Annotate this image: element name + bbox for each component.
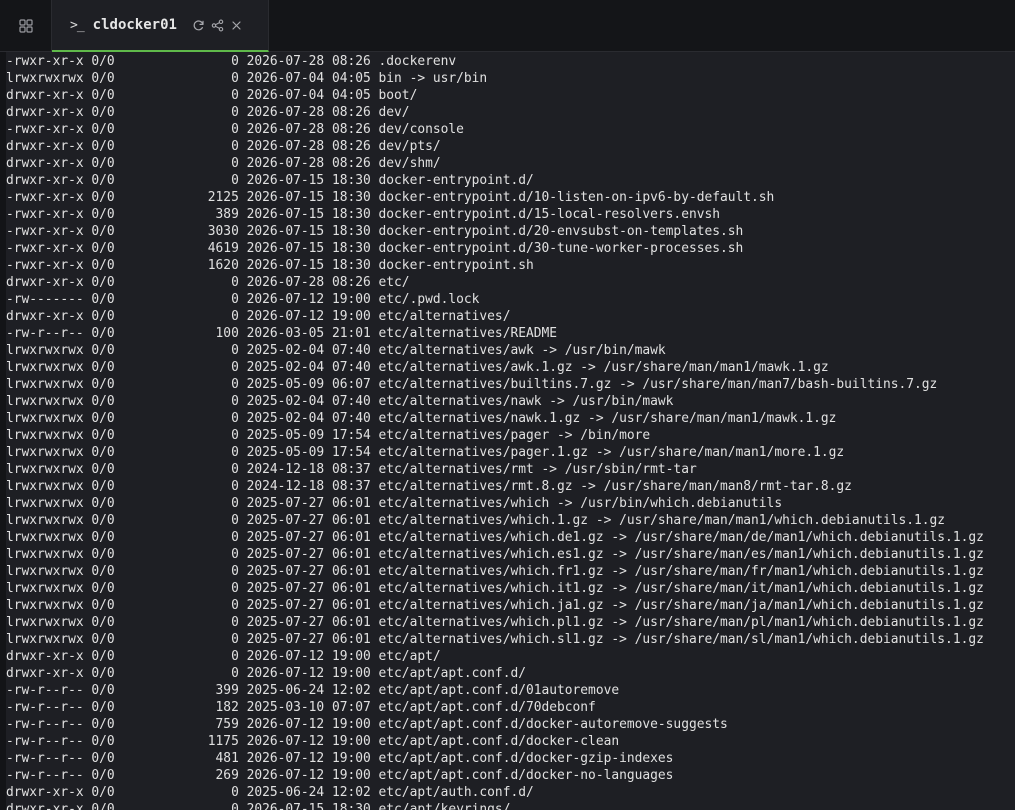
terminal-output[interactable]: -rwxr-xr-x 0/0 0 2026-07-28 08:26 .docke… — [0, 52, 1015, 810]
terminal-line: lrwxrwxrwx 0/0 0 2025-02-04 07:40 etc/al… — [6, 411, 837, 426]
terminal-line: lrwxrwxrwx 0/0 0 2025-02-04 07:40 etc/al… — [6, 343, 666, 358]
terminal-line: lrwxrwxrwx 0/0 0 2025-07-27 06:01 etc/al… — [6, 496, 783, 511]
terminal-line: -rw-r--r-- 0/0 759 2026-07-12 19:00 etc/… — [6, 717, 728, 732]
terminal-line: lrwxrwxrwx 0/0 0 2024-12-18 08:37 etc/al… — [6, 462, 697, 477]
terminal-line: -rw-r--r-- 0/0 1175 2026-07-12 19:00 etc… — [6, 734, 620, 749]
terminal-line: lrwxrwxrwx 0/0 0 2026-07-04 04:05 bin ->… — [6, 71, 488, 86]
terminal-line: lrwxrwxrwx 0/0 0 2025-07-27 06:01 etc/al… — [6, 530, 984, 545]
terminal-line: -rwxr-xr-x 0/0 3030 2026-07-15 18:30 doc… — [6, 224, 744, 239]
terminal-line: drwxr-xr-x 0/0 0 2026-07-15 18:30 docker… — [6, 173, 534, 188]
terminal-line: drwxr-xr-x 0/0 0 2026-07-28 08:26 dev/sh… — [6, 156, 441, 171]
terminal-line: drwxr-xr-x 0/0 0 2026-07-04 04:05 boot/ — [6, 88, 418, 103]
terminal-line: -rw-r--r-- 0/0 481 2026-07-12 19:00 etc/… — [6, 751, 674, 766]
grid-icon — [18, 18, 33, 33]
terminal-line: lrwxrwxrwx 0/0 0 2025-07-27 06:01 etc/al… — [6, 632, 984, 647]
terminal-line: lrwxrwxrwx 0/0 0 2025-02-04 07:40 etc/al… — [6, 394, 674, 409]
tab-terminal-session[interactable]: >_ cldocker01 — [52, 0, 269, 52]
terminal-line: -rw-r--r-- 0/0 182 2025-03-10 07:07 etc/… — [6, 700, 596, 715]
share-icon[interactable] — [210, 17, 226, 33]
terminal-line: lrwxrwxrwx 0/0 0 2025-07-27 06:01 etc/al… — [6, 581, 984, 596]
terminal-line: -rwxr-xr-x 0/0 0 2026-07-28 08:26 .docke… — [6, 54, 457, 69]
terminal-line: -rw-r--r-- 0/0 269 2026-07-12 19:00 etc/… — [6, 768, 674, 783]
close-icon[interactable] — [229, 17, 245, 33]
terminal-line: -rw-r--r-- 0/0 399 2025-06-24 12:02 etc/… — [6, 683, 620, 698]
tab-title: cldocker01 — [92, 17, 177, 33]
terminal-line: lrwxrwxrwx 0/0 0 2025-05-09 17:54 etc/al… — [6, 428, 651, 443]
terminal-line: drwxr-xr-x 0/0 0 2026-07-15 18:30 etc/ap… — [6, 802, 511, 810]
grid-menu-button[interactable] — [0, 0, 52, 51]
terminal-line: -rw------- 0/0 0 2026-07-12 19:00 etc/.p… — [6, 292, 480, 307]
terminal-line: drwxr-xr-x 0/0 0 2026-07-12 19:00 etc/ap… — [6, 666, 526, 681]
terminal-line: -rwxr-xr-x 0/0 0 2026-07-28 08:26 dev/co… — [6, 122, 464, 137]
tab-bar: >_ cldocker01 — [0, 0, 1015, 52]
terminal-line: lrwxrwxrwx 0/0 0 2025-07-27 06:01 etc/al… — [6, 598, 984, 613]
terminal-line: lrwxrwxrwx 0/0 0 2024-12-18 08:37 etc/al… — [6, 479, 852, 494]
terminal-line: lrwxrwxrwx 0/0 0 2025-07-27 06:01 etc/al… — [6, 615, 984, 630]
terminal-line: -rwxr-xr-x 0/0 389 2026-07-15 18:30 dock… — [6, 207, 720, 222]
terminal-line: drwxr-xr-x 0/0 0 2026-07-28 08:26 dev/ — [6, 105, 410, 120]
terminal-line: drwxr-xr-x 0/0 0 2026-07-12 19:00 etc/ap… — [6, 649, 441, 664]
terminal-line: -rwxr-xr-x 0/0 4619 2026-07-15 18:30 doc… — [6, 241, 744, 256]
terminal-line: lrwxrwxrwx 0/0 0 2025-07-27 06:01 etc/al… — [6, 547, 984, 562]
terminal-line: drwxr-xr-x 0/0 0 2026-07-28 08:26 etc/ — [6, 275, 410, 290]
terminal-line: -rwxr-xr-x 0/0 2125 2026-07-15 18:30 doc… — [6, 190, 775, 205]
terminal-line: lrwxrwxrwx 0/0 0 2025-05-09 06:07 etc/al… — [6, 377, 938, 392]
terminal-line: drwxr-xr-x 0/0 0 2026-07-28 08:26 dev/pt… — [6, 139, 441, 154]
terminal-line: lrwxrwxrwx 0/0 0 2025-05-09 17:54 etc/al… — [6, 445, 845, 460]
terminal-line: drwxr-xr-x 0/0 0 2026-07-12 19:00 etc/al… — [6, 309, 511, 324]
terminal-line: lrwxrwxrwx 0/0 0 2025-07-27 06:01 etc/al… — [6, 564, 984, 579]
terminal-prompt-icon: >_ — [70, 17, 85, 33]
terminal-line: -rwxr-xr-x 0/0 1620 2026-07-15 18:30 doc… — [6, 258, 534, 273]
terminal-line: -rw-r--r-- 0/0 100 2026-03-05 21:01 etc/… — [6, 326, 558, 341]
refresh-icon[interactable] — [191, 17, 207, 33]
terminal-line: drwxr-xr-x 0/0 0 2025-06-24 12:02 etc/ap… — [6, 785, 534, 800]
scrollbar[interactable] — [1009, 52, 1015, 810]
terminal-line: lrwxrwxrwx 0/0 0 2025-07-27 06:01 etc/al… — [6, 513, 946, 528]
terminal-lines: -rwxr-xr-x 0/0 0 2026-07-28 08:26 .docke… — [6, 53, 984, 810]
terminal-line: lrwxrwxrwx 0/0 0 2025-02-04 07:40 etc/al… — [6, 360, 829, 375]
